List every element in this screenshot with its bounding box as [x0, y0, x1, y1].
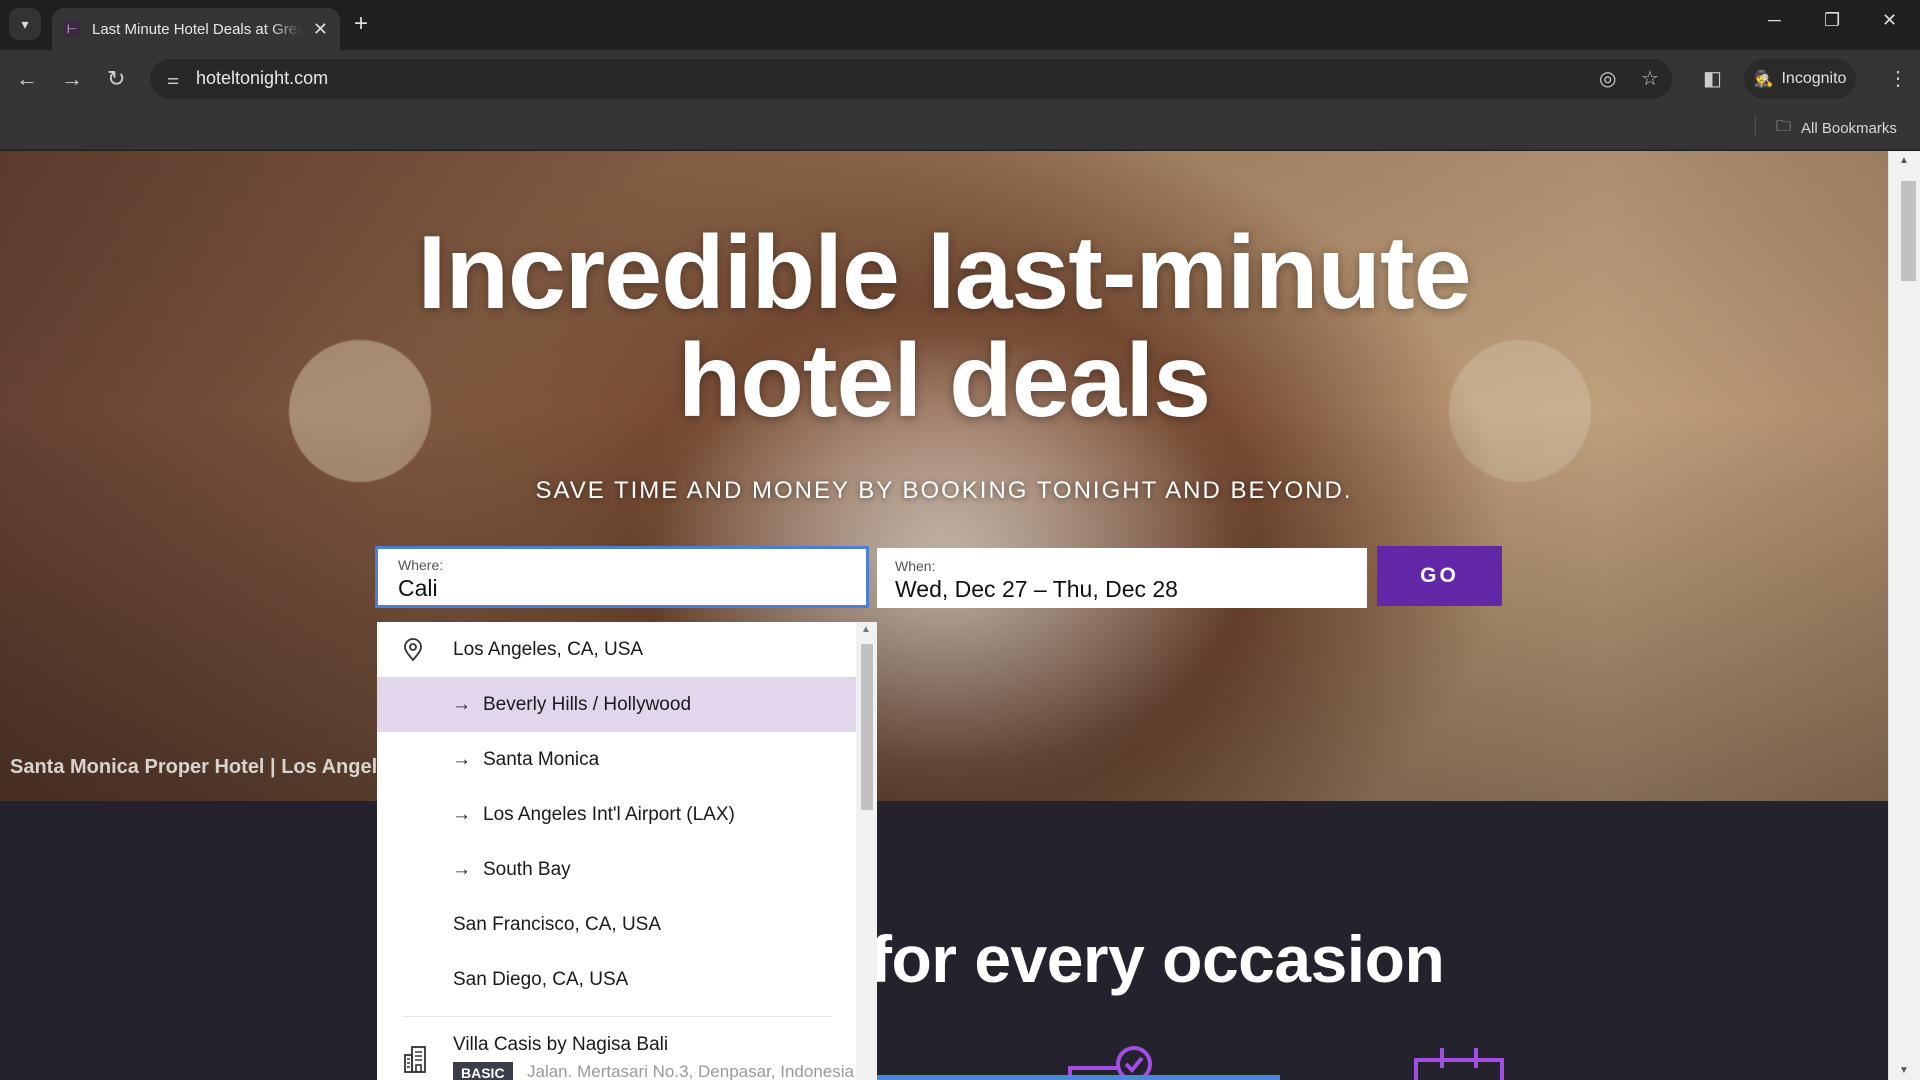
reload-button[interactable]: ↻	[107, 66, 125, 92]
section-heading: for every occasion	[870, 922, 1445, 996]
page-scrollbar[interactable]: ▲ ▼	[1888, 151, 1920, 1080]
browser-menu-icon[interactable]: ⋮	[1888, 66, 1908, 91]
bookmark-star-icon[interactable]: ☆	[1641, 66, 1659, 91]
chevron-down-icon: ▾	[21, 15, 29, 32]
suggestion-los-angeles[interactable]: Los Angeles, CA, USA	[377, 622, 856, 677]
suggestion-south-bay[interactable]: → South Bay	[377, 842, 856, 897]
side-panel-icon[interactable]: ◧	[1703, 66, 1722, 91]
scroll-up-arrow-icon[interactable]: ▲	[1899, 155, 1909, 166]
close-window-button[interactable]: ✕	[1882, 10, 1897, 31]
when-label: When:	[895, 558, 936, 574]
maximize-button[interactable]: ❐	[1824, 10, 1840, 31]
suggestion-label: Los Angeles, CA, USA	[453, 638, 644, 660]
suggestion-san-francisco[interactable]: San Francisco, CA, USA	[377, 897, 856, 952]
suggestion-label: San Diego, CA, USA	[453, 968, 629, 990]
all-bookmarks-label: All Bookmarks	[1801, 120, 1897, 137]
suggestion-lax-airport[interactable]: → Los Angeles Int'l Airport (LAX)	[377, 787, 856, 842]
when-date-picker[interactable]: When: Wed, Dec 27 – Thu, Dec 28	[877, 548, 1367, 608]
hero-photo-caption: Santa Monica Proper Hotel | Los Angeles	[10, 756, 400, 778]
go-search-button[interactable]: GO	[1377, 546, 1502, 606]
site-info-icon[interactable]: ⚌	[160, 66, 186, 92]
hero-subtitle: SAVE TIME AND MONEY BY BOOKING TONIGHT A…	[535, 477, 1353, 504]
hotel-tier-badge: BASIC	[453, 1062, 513, 1080]
folder-icon: 🗀	[1776, 118, 1792, 135]
where-label: Where:	[398, 557, 444, 573]
minimize-button[interactable]: ─	[1768, 10, 1781, 31]
suggestion-label: Los Angeles Int'l Airport (LAX)	[483, 803, 735, 825]
tracking-protection-eye-off-icon[interactable]: ◎	[1599, 66, 1616, 91]
scroll-up-arrow-icon[interactable]: ▲	[861, 624, 871, 635]
incognito-label: Incognito	[1781, 70, 1847, 87]
hoteltonight-favicon-icon: ⊢	[64, 21, 80, 37]
page-viewport: Incredible last-minute hotel deals SAVE …	[0, 151, 1888, 1080]
dropdown-scrollbar[interactable]: ▲	[856, 622, 877, 1080]
suggestion-san-diego[interactable]: San Diego, CA, USA	[377, 952, 856, 1007]
when-value[interactable]: Wed, Dec 27 – Thu, Dec 28	[895, 576, 1178, 603]
active-tab[interactable]: ⊢ Last Minute Hotel Deals at Great Price…	[52, 8, 340, 50]
bookmarks-bar	[0, 108, 1920, 150]
incognito-icon: 🕵	[1753, 71, 1774, 88]
location-suggestions-dropdown: Los Angeles, CA, USA → Beverly Hills / H…	[377, 622, 877, 1080]
arrow-right-icon: →	[452, 803, 471, 825]
suggestion-label: San Francisco, CA, USA	[453, 913, 662, 935]
tab-search-button[interactable]: ▾	[9, 8, 41, 40]
suggestion-label: South Bay	[483, 858, 571, 880]
new-tab-button[interactable]: +	[354, 10, 368, 38]
arrow-right-icon: →	[452, 748, 471, 770]
forward-button[interactable]: →	[61, 66, 83, 92]
arrow-right-icon: →	[452, 693, 471, 715]
tab-title: Last Minute Hotel Deals at Great Prices	[92, 20, 302, 38]
bookmarks-separator	[1755, 116, 1756, 136]
all-bookmarks-button[interactable]: 🗀 All Bookmarks	[1776, 116, 1897, 141]
hero-heading: Incredible last-minute hotel deals	[0, 219, 1888, 435]
suggestion-santa-monica[interactable]: → Santa Monica	[377, 732, 856, 787]
where-value[interactable]: Cali	[398, 575, 438, 602]
suggestion-label: Santa Monica	[483, 748, 600, 770]
scroll-down-arrow-icon[interactable]: ▼	[1899, 1065, 1909, 1076]
address-bar[interactable]	[150, 59, 1672, 99]
where-input[interactable]: Where: Cali	[375, 546, 869, 608]
suggestion-label: Beverly Hills / Hollywood	[483, 693, 692, 715]
arrow-right-icon: →	[452, 858, 471, 880]
hotel-address: Jalan. Mertasari No.3, Denpasar, Indones…	[527, 1062, 854, 1080]
tab-close-icon[interactable]: ✕	[313, 19, 328, 40]
back-button[interactable]: ←	[16, 66, 38, 92]
page-scrollbar-thumb[interactable]	[1901, 181, 1916, 281]
hero-heading-line-1: Incredible last-minute	[417, 215, 1472, 331]
suggestions-divider	[402, 1016, 832, 1017]
location-pin-icon	[404, 638, 422, 662]
hotel-name: Villa Casis by Nagisa Bali	[453, 1034, 669, 1055]
calendar-icon	[1414, 1048, 1504, 1080]
hero-heading-line-2: hotel deals	[677, 323, 1211, 439]
suggestion-beverly-hills-hollywood[interactable]: → Beverly Hills / Hollywood	[377, 677, 856, 732]
url-text[interactable]: hoteltonight.com	[196, 68, 328, 89]
hotel-building-icon	[404, 1046, 426, 1073]
dropdown-scrollbar-thumb[interactable]	[861, 644, 873, 810]
incognito-profile-button[interactable]: 🕵 Incognito	[1744, 59, 1856, 99]
